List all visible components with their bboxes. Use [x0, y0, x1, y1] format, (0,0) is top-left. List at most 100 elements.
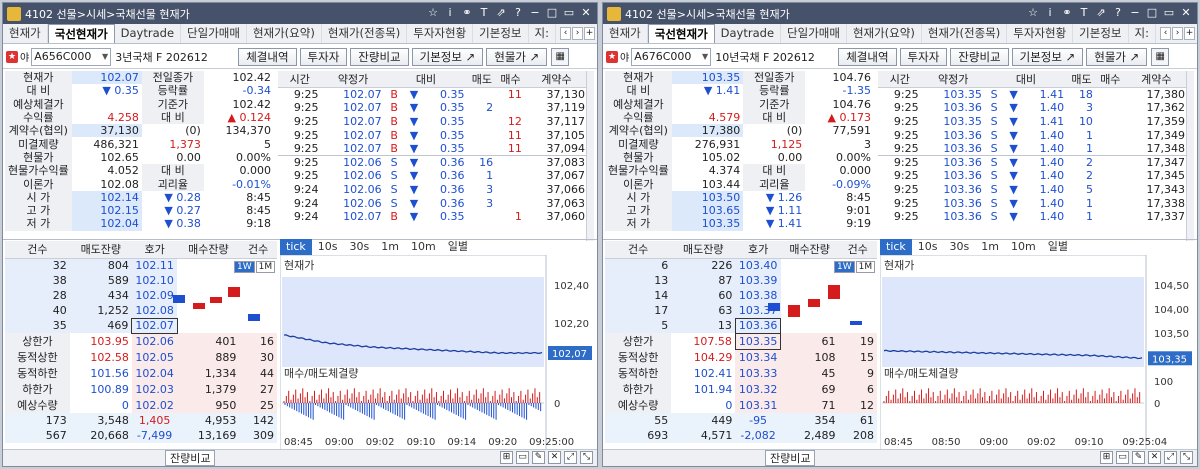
tab-7[interactable]: 기본정보 [473, 24, 529, 43]
tab-0[interactable]: 현재가 [603, 24, 648, 43]
toolbar-button-1[interactable]: 투자자 [299, 47, 348, 66]
balance-compare-button[interactable]: 잔량비교 [765, 450, 816, 466]
price-chart[interactable]: 현재가 104,50 104,00 103,50 103,35 매수/매도체결량 0 100 0… [880, 255, 1196, 465]
maximize-icon[interactable]: □ [545, 5, 559, 21]
tab-2[interactable]: Daytrade [115, 24, 182, 43]
pen-icon[interactable]: ✎ [1132, 451, 1145, 464]
chart-tab-4[interactable]: 10m [1005, 239, 1042, 255]
bid-row[interactable]: 하한가 101.94 103.32 69 6 [605, 381, 877, 397]
balance-compare-button[interactable]: 잔량비교 [165, 450, 216, 466]
info-icon[interactable]: i [1043, 5, 1057, 21]
bid-row[interactable]: 동적상한 104.29 103.34 108 15 [605, 349, 877, 365]
tab-prev-icon[interactable]: ‹ [560, 27, 571, 40]
trade-scrollbar[interactable] [586, 71, 594, 241]
minimize-icon[interactable]: − [528, 5, 542, 21]
tab-add-icon[interactable]: + [1184, 27, 1195, 40]
tab-8[interactable]: 지: [1129, 24, 1156, 43]
star-icon[interactable]: ☆ [1026, 5, 1040, 21]
tab-3[interactable]: 단일가매매 [181, 24, 247, 43]
bid-row[interactable]: 동적하한 102.41 103.33 45 9 [605, 365, 877, 381]
toolbar-button-3[interactable]: 기본정보 ↗ [1011, 47, 1084, 66]
close-icon[interactable]: ✕ [579, 5, 593, 21]
link-icon[interactable]: ⚭ [1060, 5, 1074, 21]
grid-icon[interactable]: ▦ [551, 47, 570, 66]
cross-icon[interactable]: ✕ [548, 451, 561, 464]
text-icon[interactable]: T [477, 5, 491, 21]
bid-row[interactable]: 상한가 107.58 103.35 61 19 [605, 332, 877, 350]
fit-icon[interactable]: ⤡ [1180, 451, 1193, 464]
tab-next-icon[interactable]: › [572, 27, 583, 40]
chart-tab-1[interactable]: 10s [312, 239, 344, 255]
tab-1[interactable]: 국선현재가 [47, 24, 115, 43]
chart-tab-1[interactable]: 10s [912, 239, 944, 255]
tab-6[interactable]: 투자자현황 [1007, 24, 1074, 43]
tab-3[interactable]: 단일가매매 [781, 24, 847, 43]
tab-2[interactable]: Daytrade [715, 24, 782, 43]
chat-icon[interactable]: ▭ [516, 451, 529, 464]
link-icon[interactable]: ⚭ [460, 5, 474, 21]
tab-5[interactable]: 현재가(전종목) [322, 24, 408, 43]
bid-row[interactable]: 예상수량 0 103.31 71 12 [605, 397, 877, 413]
toolbar-button-2[interactable]: 잔량비교 [350, 47, 409, 66]
share-icon[interactable]: ⇗ [494, 5, 508, 21]
bid-row[interactable]: 하한가 100.89 102.03 1,379 27 [5, 381, 277, 397]
favorite-icon[interactable]: ★ [6, 50, 18, 63]
trade-scrollbar[interactable] [1186, 71, 1194, 241]
help-icon[interactable]: ? [1111, 5, 1125, 21]
expand-icon[interactable]: ⤢ [564, 451, 577, 464]
maximize-icon[interactable]: □ [1145, 5, 1159, 21]
share-icon[interactable]: ⇗ [1094, 5, 1108, 21]
toolbar-button-4[interactable]: 현물가 ↗ [1086, 47, 1148, 66]
bid-row[interactable]: 동적상한 102.58 102.05 889 30 [5, 349, 277, 365]
pen-icon[interactable]: ✎ [532, 451, 545, 464]
dropdown-icon[interactable]: ▼ [702, 49, 710, 65]
bid-row[interactable]: 동적하한 101.56 102.04 1,334 44 [5, 365, 277, 381]
favorite-icon[interactable]: ★ [606, 50, 618, 63]
toolbar-button-0[interactable]: 체결내역 [838, 47, 897, 66]
tab-8[interactable]: 지: [529, 24, 556, 43]
close-icon[interactable]: ✕ [1179, 5, 1193, 21]
chart-tab-3[interactable]: 1m [375, 239, 405, 255]
tab-add-icon[interactable]: + [584, 27, 595, 40]
price-chart[interactable]: 현재가 102,40 102,20 102,07 매수/매도체결량 0 08:45 09:00… [280, 255, 596, 465]
tab-1[interactable]: 국선현재가 [647, 24, 715, 43]
bid-row[interactable]: 상한가 103.95 102.06 401 16 [5, 333, 277, 349]
cross-icon[interactable]: ✕ [1148, 451, 1161, 464]
tab-6[interactable]: 투자자현황 [407, 24, 474, 43]
restore-icon[interactable]: ▭ [562, 5, 576, 21]
dropdown-icon[interactable]: ▼ [102, 49, 110, 65]
restore-icon[interactable]: ▭ [1162, 5, 1176, 21]
zoom-icon[interactable]: ⊞ [1100, 451, 1113, 464]
tab-4[interactable]: 현재가(요약) [247, 24, 322, 43]
chart-tab-2[interactable]: 30s [944, 239, 976, 255]
chart-tab-2[interactable]: 30s [344, 239, 376, 255]
minimize-icon[interactable]: − [1128, 5, 1142, 21]
tab-4[interactable]: 현재가(요약) [847, 24, 922, 43]
chart-tab-0[interactable]: tick [280, 239, 312, 255]
toolbar-button-1[interactable]: 투자자 [899, 47, 948, 66]
chart-tab-0[interactable]: tick [880, 239, 912, 255]
toolbar-button-4[interactable]: 현물가 ↗ [486, 47, 548, 66]
tab-prev-icon[interactable]: ‹ [1160, 27, 1171, 40]
tab-7[interactable]: 기본정보 [1073, 24, 1129, 43]
chart-tab-5[interactable]: 일별 [442, 239, 474, 255]
grid-icon[interactable]: ▦ [1151, 47, 1170, 66]
tab-0[interactable]: 현재가 [3, 24, 48, 43]
chart-tab-5[interactable]: 일별 [1042, 239, 1074, 255]
star-icon[interactable]: ☆ [426, 5, 440, 21]
chart-tab-4[interactable]: 10m [405, 239, 442, 255]
chart-tab-3[interactable]: 1m [975, 239, 1005, 255]
toolbar-button-2[interactable]: 잔량비교 [950, 47, 1009, 66]
tab-5[interactable]: 현재가(전종목) [922, 24, 1008, 43]
expand-icon[interactable]: ⤢ [1164, 451, 1177, 464]
code-input[interactable]: A656C000 ▼ [31, 47, 112, 66]
code-input[interactable]: A676C000 ▼ [631, 47, 712, 66]
info-icon[interactable]: i [443, 5, 457, 21]
toolbar-button-0[interactable]: 체결내역 [238, 47, 297, 66]
zoom-icon[interactable]: ⊞ [500, 451, 513, 464]
chat-icon[interactable]: ▭ [1116, 451, 1129, 464]
toolbar-button-3[interactable]: 기본정보 ↗ [411, 47, 484, 66]
help-icon[interactable]: ? [511, 5, 525, 21]
bid-row[interactable]: 예상수량 0 102.02 950 25 [5, 397, 277, 413]
text-icon[interactable]: T [1077, 5, 1091, 21]
